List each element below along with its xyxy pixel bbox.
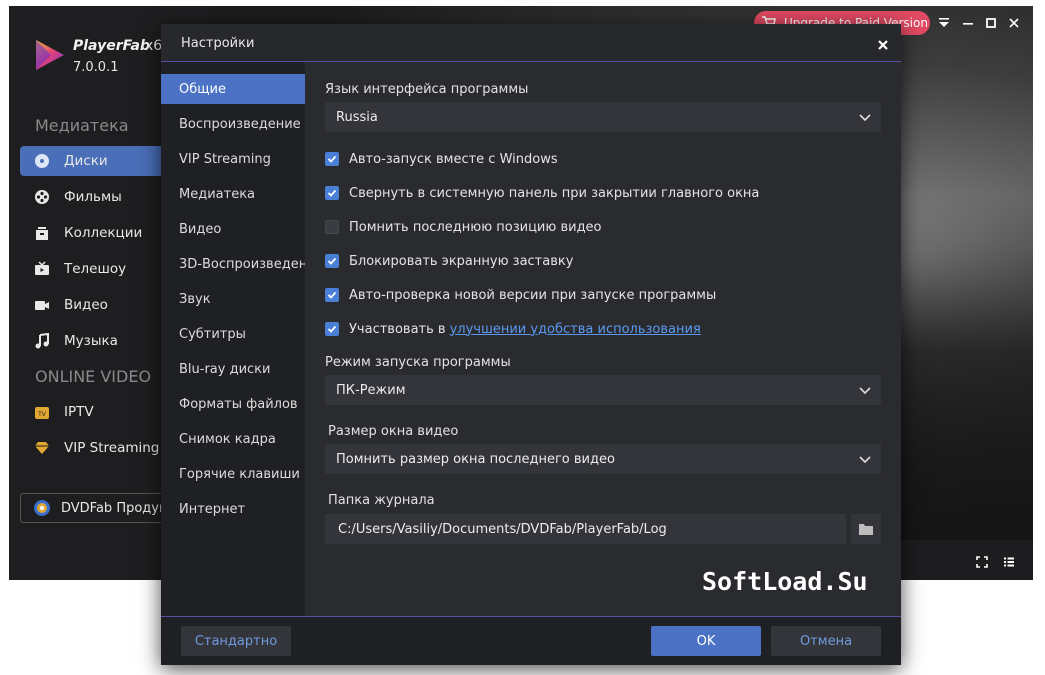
category-hotkeys[interactable]: Горячие клавиши — [161, 459, 305, 489]
folder-icon — [859, 524, 873, 535]
browse-folder-button[interactable] — [851, 514, 881, 544]
tv-icon — [34, 261, 50, 277]
app-name-suffix: x6 — [145, 38, 163, 54]
sidebar-item-label: Коллекции — [64, 225, 143, 241]
sidebar-item-label: Телешоу — [64, 261, 127, 277]
dialog-title: Настройки — [181, 36, 255, 51]
settings-category-list: Общие Воспроизведение VIP Streaming Меди… — [161, 62, 305, 616]
playerfab-logo-icon — [36, 40, 64, 70]
checkbox-checked[interactable] — [325, 322, 339, 336]
svg-text:TV: TV — [37, 411, 47, 418]
usage-improvement-link[interactable]: улучшении удобства использования — [450, 322, 701, 337]
watermark-text: SoftLoad.Su — [702, 567, 868, 596]
section-library-heading: Медиатека — [35, 116, 129, 135]
chevron-down-icon — [859, 387, 871, 395]
checkbox-label: Авто-запуск вместе с Windows — [349, 151, 558, 167]
disc-icon — [34, 153, 50, 169]
window-size-select[interactable]: Помнить размер окна последнего видео — [325, 444, 881, 474]
category-snapshot[interactable]: Снимок кадра — [161, 424, 305, 454]
list-view-icon[interactable] — [1001, 554, 1017, 570]
sidebar-item-label: Фильмы — [64, 189, 122, 205]
checkbox-unchecked[interactable] — [325, 220, 339, 234]
checkbox-label: Блокировать экранную заставку — [349, 253, 574, 269]
category-bluray[interactable]: Blu-ray диски — [161, 354, 305, 384]
auto-update-checkbox-row[interactable]: Авто-проверка новой версии при запуске п… — [325, 286, 716, 304]
app-name: PlayerFab — [73, 38, 151, 54]
category-playback[interactable]: Воспроизведение — [161, 109, 305, 139]
sidebar-item-label: IPTV — [64, 404, 94, 420]
language-select[interactable]: Russia — [325, 102, 881, 132]
checkbox-checked[interactable] — [325, 152, 339, 166]
launch-mode-label: Режим запуска программы — [325, 355, 511, 370]
checkbox-label: Помнить последнюю позицию видео — [349, 219, 602, 235]
menu-dropdown-icon[interactable] — [935, 14, 953, 32]
chevron-down-icon — [859, 114, 871, 122]
dvdfab-logo-icon — [34, 500, 50, 516]
iptv-icon: TV — [34, 404, 50, 420]
close-icon[interactable] — [873, 35, 893, 55]
collection-icon — [34, 225, 50, 241]
category-general[interactable]: Общие — [161, 74, 305, 104]
checkbox-checked[interactable] — [325, 254, 339, 268]
autostart-checkbox-row[interactable]: Авто-запуск вместе с Windows — [325, 150, 558, 168]
window-size-value: Помнить размер окна последнего видео — [336, 451, 615, 467]
log-folder-label: Папка журнала — [328, 493, 435, 508]
maximize-icon[interactable] — [982, 14, 1000, 32]
minimize-to-tray-checkbox-row[interactable]: Свернуть в системную панель при закрытии… — [325, 184, 759, 202]
checkbox-label: Участвовать в — [349, 321, 446, 337]
chevron-down-icon — [859, 456, 871, 464]
category-audio[interactable]: Звук — [161, 284, 305, 314]
restore-defaults-button[interactable]: Стандартно — [181, 626, 291, 656]
cancel-button[interactable]: Отмена — [771, 626, 881, 656]
usage-improvement-checkbox-row[interactable]: Участвовать в улучшении удобства использ… — [325, 320, 701, 338]
category-3d-playback[interactable]: 3D-Воспроизведение — [161, 249, 305, 279]
sidebar-item-label: VIP Streaming — [64, 440, 160, 456]
sidebar-item-label: Музыка — [64, 333, 118, 349]
checkbox-label: Свернуть в системную панель при закрытии… — [349, 185, 760, 201]
sidebar-item-label: Видео — [64, 297, 108, 313]
video-camera-icon — [34, 297, 50, 313]
category-vip-streaming[interactable]: VIP Streaming — [161, 144, 305, 174]
window-size-label: Размер окна видео — [328, 424, 459, 439]
language-label: Язык интерфейса программы — [325, 82, 529, 97]
app-version: 7.0.0.1 — [73, 60, 119, 75]
category-file-formats[interactable]: Форматы файлов — [161, 389, 305, 419]
sidebar-item-label: Диски — [64, 153, 108, 169]
section-online-heading: ONLINE VIDEO — [35, 367, 152, 386]
log-folder-path-field[interactable]: C:/Users/Vasiliy/Documents/DVDFab/Player… — [325, 514, 846, 544]
log-folder-path: C:/Users/Vasiliy/Documents/DVDFab/Player… — [338, 521, 667, 537]
minimize-icon[interactable] — [959, 14, 977, 32]
checkbox-label: Авто-проверка новой версии при запуске п… — [349, 287, 717, 303]
film-reel-icon — [34, 189, 50, 205]
category-video[interactable]: Видео — [161, 214, 305, 244]
category-library[interactable]: Медиатека — [161, 179, 305, 209]
fullscreen-icon[interactable] — [974, 554, 990, 570]
window-close-icon[interactable] — [1005, 14, 1023, 32]
language-select-value: Russia — [336, 109, 378, 125]
ok-button[interactable]: OK — [651, 626, 761, 656]
category-subtitles[interactable]: Субтитры — [161, 319, 305, 349]
launch-mode-select[interactable]: ПК-Режим — [325, 375, 881, 405]
music-note-icon — [34, 333, 50, 349]
remember-position-checkbox-row[interactable]: Помнить последнюю позицию видео — [325, 218, 602, 236]
launch-mode-value: ПК-Режим — [336, 382, 406, 398]
diamond-icon — [34, 440, 50, 456]
block-screensaver-checkbox-row[interactable]: Блокировать экранную заставку — [325, 252, 573, 270]
settings-dialog: Настройки Общие Воспроизведение VIP Stre… — [161, 24, 901, 665]
category-internet[interactable]: Интернет — [161, 494, 305, 524]
checkbox-checked[interactable] — [325, 288, 339, 302]
checkbox-checked[interactable] — [325, 186, 339, 200]
